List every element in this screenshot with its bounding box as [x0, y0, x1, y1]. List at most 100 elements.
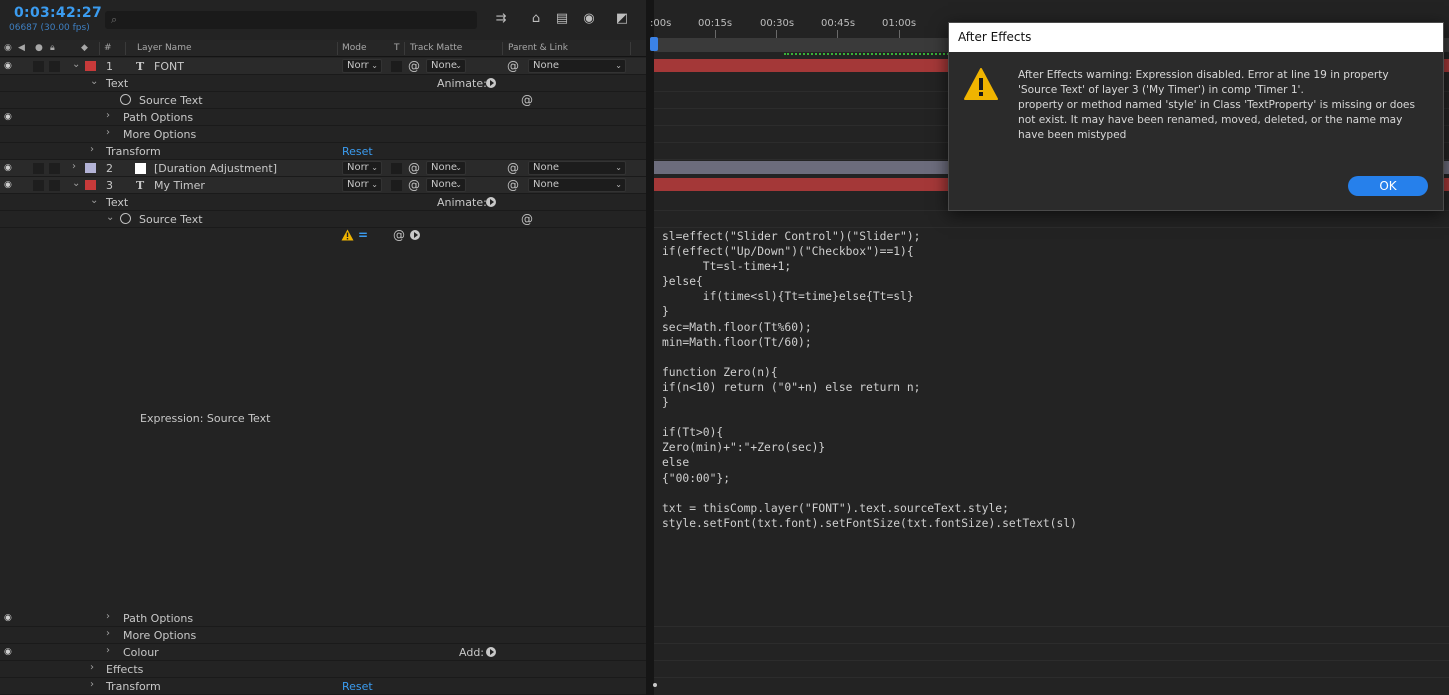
layer-label-color[interactable] — [85, 61, 96, 71]
lock-switch[interactable] — [49, 163, 60, 174]
blend-mode-dropdown[interactable]: Norr ⌄ — [342, 178, 382, 192]
layer-name[interactable]: FONT — [154, 60, 184, 73]
prop-row-effects[interactable]: › Effects — [0, 661, 646, 678]
current-time-display[interactable]: 0:03:42:27 — [14, 5, 102, 21]
enable-expression-icon[interactable]: = — [358, 228, 368, 242]
blend-mode-dropdown[interactable]: Norr ⌄ — [342, 59, 382, 73]
preserve-transparency-switch[interactable] — [391, 61, 402, 72]
expression-editor[interactable]: sl=effect("Slider Control")("Slider"); i… — [662, 229, 1077, 531]
chevron-down-icon[interactable]: ⌄ — [90, 76, 98, 87]
column-mode-header[interactable]: Mode — [342, 43, 367, 53]
eye-icon[interactable]: ◉ — [4, 613, 16, 623]
eye-icon[interactable]: ◉ — [4, 112, 16, 122]
audio-toggle-icon[interactable]: ◀ — [18, 43, 25, 53]
chevron-right-icon[interactable]: › — [106, 110, 110, 121]
chevron-right-icon[interactable]: › — [106, 127, 110, 138]
pickwhip-icon[interactable]: @ — [408, 59, 420, 73]
column-parent-link-header[interactable]: Parent & Link — [508, 43, 568, 53]
layer-row-my-timer[interactable]: ◉ ⌄ 3 T My Timer Norr ⌄ @ None ⌄ @ None ⌄ — [0, 177, 646, 194]
preserve-transparency-switch[interactable] — [391, 163, 402, 174]
motion-blur-icon[interactable]: ◩ — [613, 10, 631, 28]
prop-row-transform[interactable]: › Transform Reset — [0, 143, 646, 160]
prop-row-path-options[interactable]: ◉ › Path Options — [0, 610, 646, 627]
layer-search-input[interactable]: ⌕ — [105, 11, 477, 29]
reset-link[interactable]: Reset — [342, 680, 373, 693]
chevron-right-icon[interactable]: › — [106, 628, 110, 639]
chevron-down-icon[interactable]: ⌄ — [90, 195, 98, 206]
stopwatch-icon[interactable] — [120, 94, 131, 105]
chevron-right-icon[interactable]: › — [106, 645, 110, 656]
track-matte-dropdown[interactable]: None ⌄ — [426, 161, 466, 175]
video-toggle-icon[interactable]: ◉ — [4, 43, 12, 53]
pickwhip-icon[interactable]: @ — [408, 178, 420, 192]
label-tag-icon[interactable]: ◆ — [81, 43, 88, 53]
parent-pickwhip-icon[interactable]: @ — [507, 161, 519, 175]
parent-dropdown[interactable]: None ⌄ — [528, 59, 626, 73]
panel-divider[interactable] — [646, 0, 654, 695]
track-matte-dropdown[interactable]: None ⌄ — [426, 59, 466, 73]
chevron-down-icon[interactable]: ⌄ — [72, 178, 80, 189]
chevron-right-icon[interactable]: › — [90, 679, 94, 690]
column-number-header[interactable]: # — [104, 43, 112, 53]
expression-pickwhip-icon[interactable]: @ — [393, 228, 405, 242]
frame-blending-icon[interactable]: ◉ — [580, 10, 598, 28]
track-matte-dropdown[interactable]: None ⌄ — [426, 178, 466, 192]
solo-toggle-icon[interactable]: ● — [35, 43, 43, 53]
warning-icon[interactable] — [341, 229, 354, 241]
column-layer-name-header[interactable]: Layer Name — [137, 43, 192, 53]
chevron-right-icon[interactable]: › — [106, 611, 110, 622]
keyframe-marker[interactable] — [653, 683, 657, 687]
eye-icon[interactable]: ◉ — [4, 61, 16, 71]
prop-row-source-text[interactable]: ⌄ Source Text @ — [0, 211, 646, 228]
prop-row-source-text[interactable]: Source Text @ — [0, 92, 646, 109]
ok-button[interactable]: OK — [1348, 176, 1428, 196]
layer-label-color[interactable] — [85, 180, 96, 190]
prop-row-colour[interactable]: ◉ › Colour Add: — [0, 644, 646, 661]
layer-label-color[interactable] — [85, 163, 96, 173]
eye-icon[interactable]: ◉ — [4, 163, 16, 173]
add-button[interactable] — [486, 646, 496, 659]
chevron-down-icon[interactable]: ⌄ — [106, 212, 114, 223]
solo-switch[interactable] — [33, 61, 44, 72]
lock-switch[interactable] — [49, 61, 60, 72]
column-t-header[interactable]: T — [394, 43, 400, 53]
solo-switch[interactable] — [33, 163, 44, 174]
chevron-down-icon[interactable]: ⌄ — [72, 59, 80, 70]
chevron-right-icon[interactable]: › — [90, 144, 94, 155]
prop-row-transform[interactable]: › Transform Reset — [0, 678, 646, 695]
composition-mini-flowchart-icon[interactable]: ⇉ — [492, 10, 510, 28]
pickwhip-icon[interactable]: @ — [521, 93, 533, 107]
prop-row-path-options[interactable]: ◉ › Path Options — [0, 109, 646, 126]
layer-row-duration-adjustment[interactable]: ◉ › 2 [Duration Adjustment] Norr ⌄ @ None… — [0, 160, 646, 177]
eye-icon[interactable]: ◉ — [4, 647, 16, 657]
expression-language-menu-button[interactable] — [410, 229, 420, 242]
animate-button[interactable] — [486, 77, 496, 90]
eye-icon[interactable]: ◉ — [4, 180, 16, 190]
prop-row-text[interactable]: ⌄ Text Animate: — [0, 194, 646, 211]
preserve-transparency-switch[interactable] — [391, 180, 402, 191]
layer-name[interactable]: My Timer — [154, 179, 205, 192]
lock-toggle-icon[interactable]: 🔒︎ — [50, 43, 55, 53]
prop-row-more-options[interactable]: › More Options — [0, 126, 646, 143]
parent-dropdown[interactable]: None ⌄ — [528, 178, 626, 192]
parent-pickwhip-icon[interactable]: @ — [507, 178, 519, 192]
blend-mode-dropdown[interactable]: Norr ⌄ — [342, 161, 382, 175]
layer-row-font[interactable]: ◉ ⌄ 1 T FONT Norr ⌄ @ None ⌄ @ None ⌄ — [0, 58, 646, 75]
lock-switch[interactable] — [49, 180, 60, 191]
chevron-right-icon[interactable]: › — [72, 161, 76, 172]
prop-row-text[interactable]: ⌄ Text Animate: — [0, 75, 646, 92]
playhead-handle[interactable] — [650, 37, 658, 51]
column-track-matte-header[interactable]: Track Matte — [410, 43, 462, 53]
chevron-right-icon[interactable]: › — [90, 662, 94, 673]
parent-dropdown[interactable]: None ⌄ — [528, 161, 626, 175]
reset-link[interactable]: Reset — [342, 145, 373, 158]
parent-pickwhip-icon[interactable]: @ — [507, 59, 519, 73]
pickwhip-icon[interactable]: @ — [521, 212, 533, 226]
animate-button[interactable] — [486, 196, 496, 209]
layer-name[interactable]: [Duration Adjustment] — [154, 162, 277, 175]
solo-switch[interactable] — [33, 180, 44, 191]
pickwhip-icon[interactable]: @ — [408, 161, 420, 175]
prop-row-more-options[interactable]: › More Options — [0, 627, 646, 644]
draft-3d-icon[interactable]: ⌂ — [527, 10, 545, 28]
stopwatch-icon[interactable] — [120, 213, 131, 224]
